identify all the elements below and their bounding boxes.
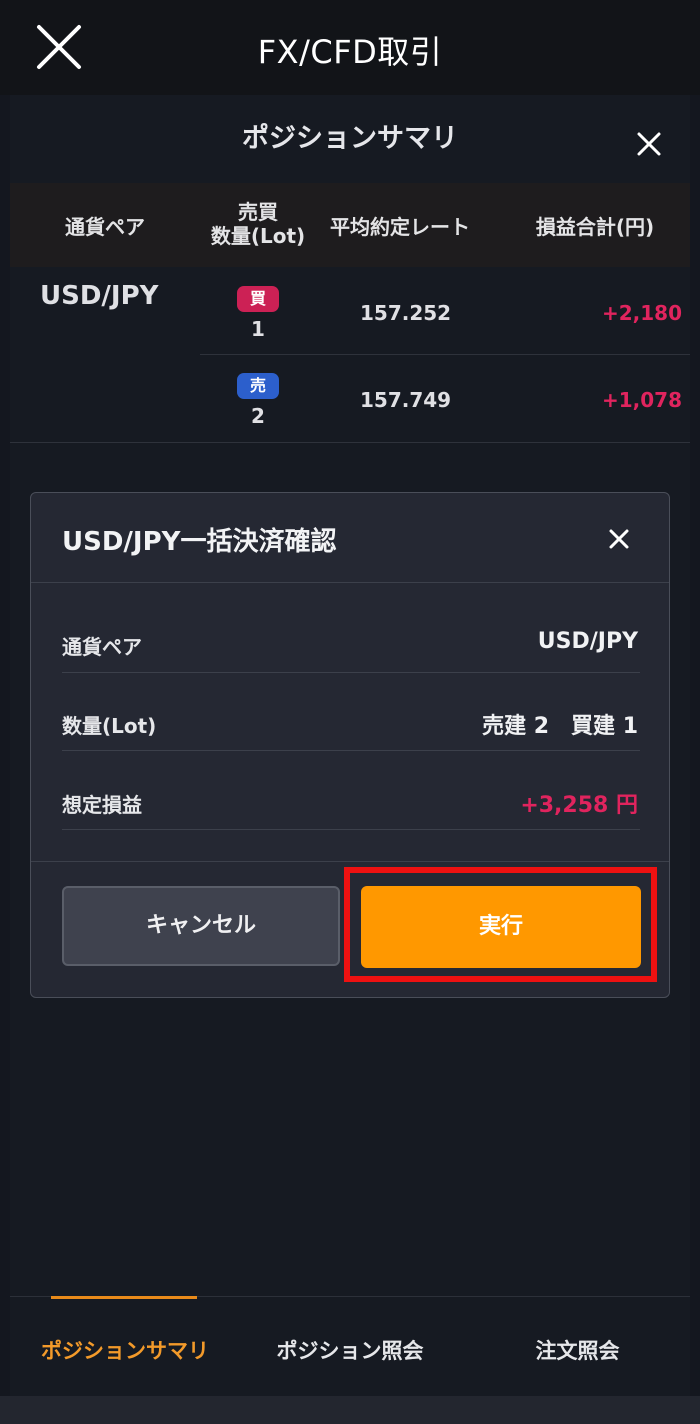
column-header-qty-line1: 売買: [238, 200, 278, 224]
row-lot: 1: [251, 317, 265, 341]
sell-badge: 売: [237, 373, 279, 399]
row-lot: 2: [251, 404, 265, 428]
bottom-safe-area: [0, 1396, 700, 1424]
dialog-header-divider: [31, 582, 669, 583]
field-label-qty: 数量(Lot): [62, 714, 157, 738]
field-value-pair: USD/JPY: [537, 629, 638, 654]
column-header-qty: 売買 数量(Lot): [200, 200, 316, 248]
dialog-footer-divider: [31, 861, 669, 862]
row-pnl: +1,078: [601, 388, 682, 412]
row-rate: 157.252: [360, 301, 452, 325]
tab-position-summary[interactable]: ポジションサマリ: [25, 1335, 225, 1365]
row-rate: 157.749: [360, 388, 452, 412]
field-value-pnl: +3,258 円: [520, 793, 638, 818]
cancel-button[interactable]: キャンセル: [62, 886, 340, 966]
table-bottom-divider: [10, 442, 690, 443]
column-header-pnl: 損益合計(円): [535, 215, 655, 239]
table-header: 通貨ペア 売買 数量(Lot) 平均約定レート 損益合計(円): [10, 183, 690, 267]
execute-highlight-box: [344, 867, 657, 982]
field-divider: [62, 672, 640, 673]
field-divider: [62, 829, 640, 830]
field-value-qty: 売建 2 買建 1: [482, 714, 638, 739]
row-pnl: +2,180: [601, 301, 682, 325]
dialog-close-icon[interactable]: [608, 528, 630, 550]
sheet-close-icon[interactable]: [635, 130, 663, 158]
app-header: FX/CFD取引: [0, 0, 700, 95]
field-label-pnl: 想定損益: [62, 793, 142, 817]
active-tab-indicator: [51, 1296, 197, 1299]
sheet-title: ポジションサマリ: [242, 123, 458, 154]
field-divider: [62, 750, 640, 751]
field-label-pair: 通貨ペア: [62, 635, 142, 659]
tab-position-inquiry[interactable]: ポジション照会: [260, 1335, 440, 1365]
buy-badge: 買: [237, 286, 279, 312]
bottom-tab-bar: ポジションサマリ ポジション照会 注文照会: [10, 1296, 690, 1397]
tab-order-inquiry[interactable]: 注文照会: [500, 1335, 655, 1365]
app-title: FX/CFD取引: [257, 33, 443, 71]
column-header-pair: 通貨ペア: [65, 215, 145, 239]
pair-label: USD/JPY: [40, 281, 159, 311]
column-header-rate: 平均約定レート: [330, 215, 470, 239]
row-divider: [200, 354, 690, 355]
dialog-title: USD/JPY一括決済確認: [62, 527, 337, 557]
column-header-qty-line2: 数量(Lot): [210, 224, 306, 248]
